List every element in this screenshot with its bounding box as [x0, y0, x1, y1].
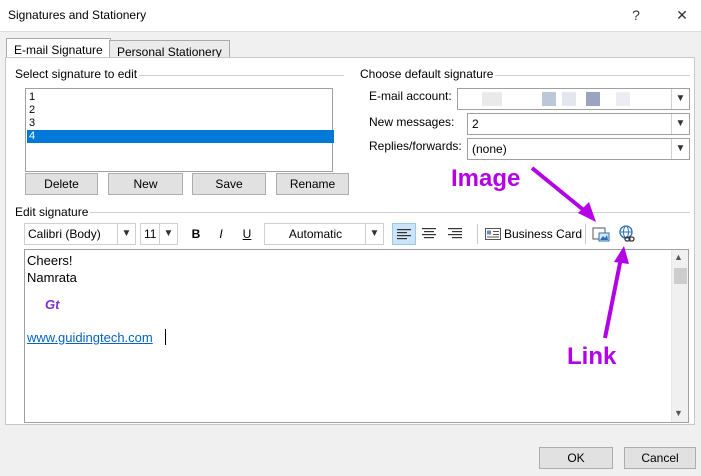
ok-button[interactable]: OK	[539, 447, 613, 469]
image-arrow	[530, 166, 588, 214]
image-arrowhead	[578, 202, 596, 222]
cancel-button[interactable]: Cancel	[624, 447, 696, 469]
link-arrow	[603, 257, 623, 339]
image-annotation: Image	[451, 165, 521, 192]
link-annotation: Link	[567, 343, 617, 370]
annotation-arrows	[530, 166, 629, 339]
link-arrowhead	[614, 246, 629, 264]
